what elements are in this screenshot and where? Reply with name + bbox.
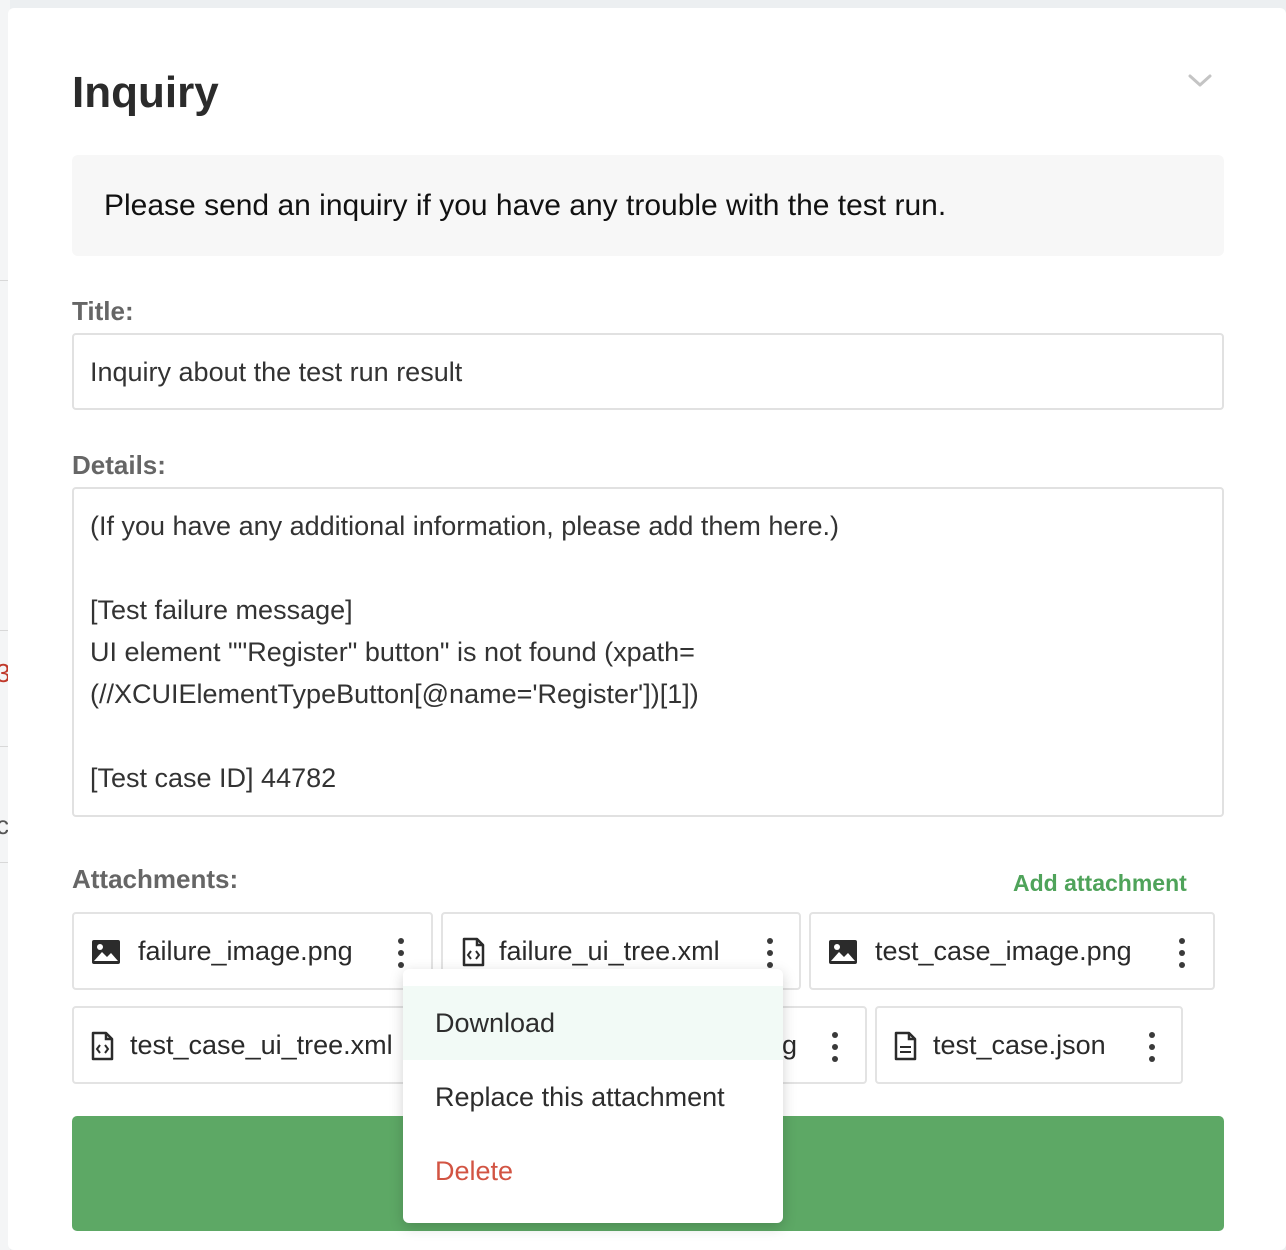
menu-item-label: Download	[435, 1008, 556, 1038]
attachment-chip[interactable]: test_case.json	[875, 1006, 1183, 1084]
attachment-chip[interactable]: test_case_ui_tree.xml	[72, 1006, 442, 1084]
attachment-chip[interactable]: test_case_image.png	[809, 912, 1215, 990]
code-file-icon	[91, 1031, 114, 1061]
attachment-name: test_case_image.png	[875, 936, 1132, 966]
text-file-icon	[894, 1031, 917, 1061]
attachment-context-menu: Download Replace this attachment Delete	[403, 969, 783, 1223]
attachment-name: test_case.json	[933, 1030, 1106, 1060]
attachment-name: failure_image.png	[138, 936, 353, 966]
notice-text: Please send an inquiry if you have any t…	[104, 189, 947, 222]
more-vertical-icon[interactable]	[396, 938, 406, 968]
code-file-icon	[462, 937, 485, 967]
add-attachment-link[interactable]: Add attachment	[1013, 868, 1187, 898]
menu-item-delete[interactable]: Delete	[403, 1134, 783, 1208]
details-label: Details:	[72, 450, 166, 480]
menu-item-replace[interactable]: Replace this attachment	[403, 1060, 783, 1134]
details-line: UI element ""Register" button" is not fo…	[90, 637, 695, 667]
details-line: (//XCUIElementTypeButton[@name='Register…	[90, 679, 699, 709]
info-notice: Please send an inquiry if you have any t…	[72, 155, 1224, 256]
title-input[interactable]: Inquiry about the test run result	[72, 333, 1224, 410]
attachment-chip[interactable]: failure_image.png	[72, 912, 433, 990]
image-icon	[829, 940, 857, 964]
attachment-name: test_case_ui_tree.xml	[130, 1030, 393, 1060]
image-icon	[92, 940, 120, 964]
attachments-label: Attachments:	[72, 864, 239, 894]
details-line: (If you have any additional information,…	[90, 511, 839, 541]
details-line: [Test failure message]	[90, 595, 353, 625]
menu-item-label: Delete	[435, 1156, 514, 1186]
panel-title: Inquiry	[72, 68, 219, 117]
title-label: Title:	[72, 296, 134, 326]
more-vertical-icon[interactable]	[1177, 938, 1187, 968]
chevron-down-icon[interactable]	[1186, 70, 1214, 92]
details-textarea[interactable]: (If you have any additional information,…	[72, 487, 1224, 817]
more-vertical-icon[interactable]	[1147, 1032, 1157, 1062]
attachment-name-fragment: g	[782, 1030, 798, 1060]
attachment-name: failure_ui_tree.xml	[499, 936, 720, 966]
more-vertical-icon[interactable]	[765, 938, 775, 968]
title-input-value: Inquiry about the test run result	[90, 357, 463, 387]
more-vertical-icon[interactable]	[830, 1032, 840, 1062]
menu-item-label: Replace this attachment	[435, 1082, 725, 1112]
details-line: [Test case ID] 44782	[90, 763, 337, 793]
menu-item-download[interactable]: Download	[403, 986, 783, 1060]
